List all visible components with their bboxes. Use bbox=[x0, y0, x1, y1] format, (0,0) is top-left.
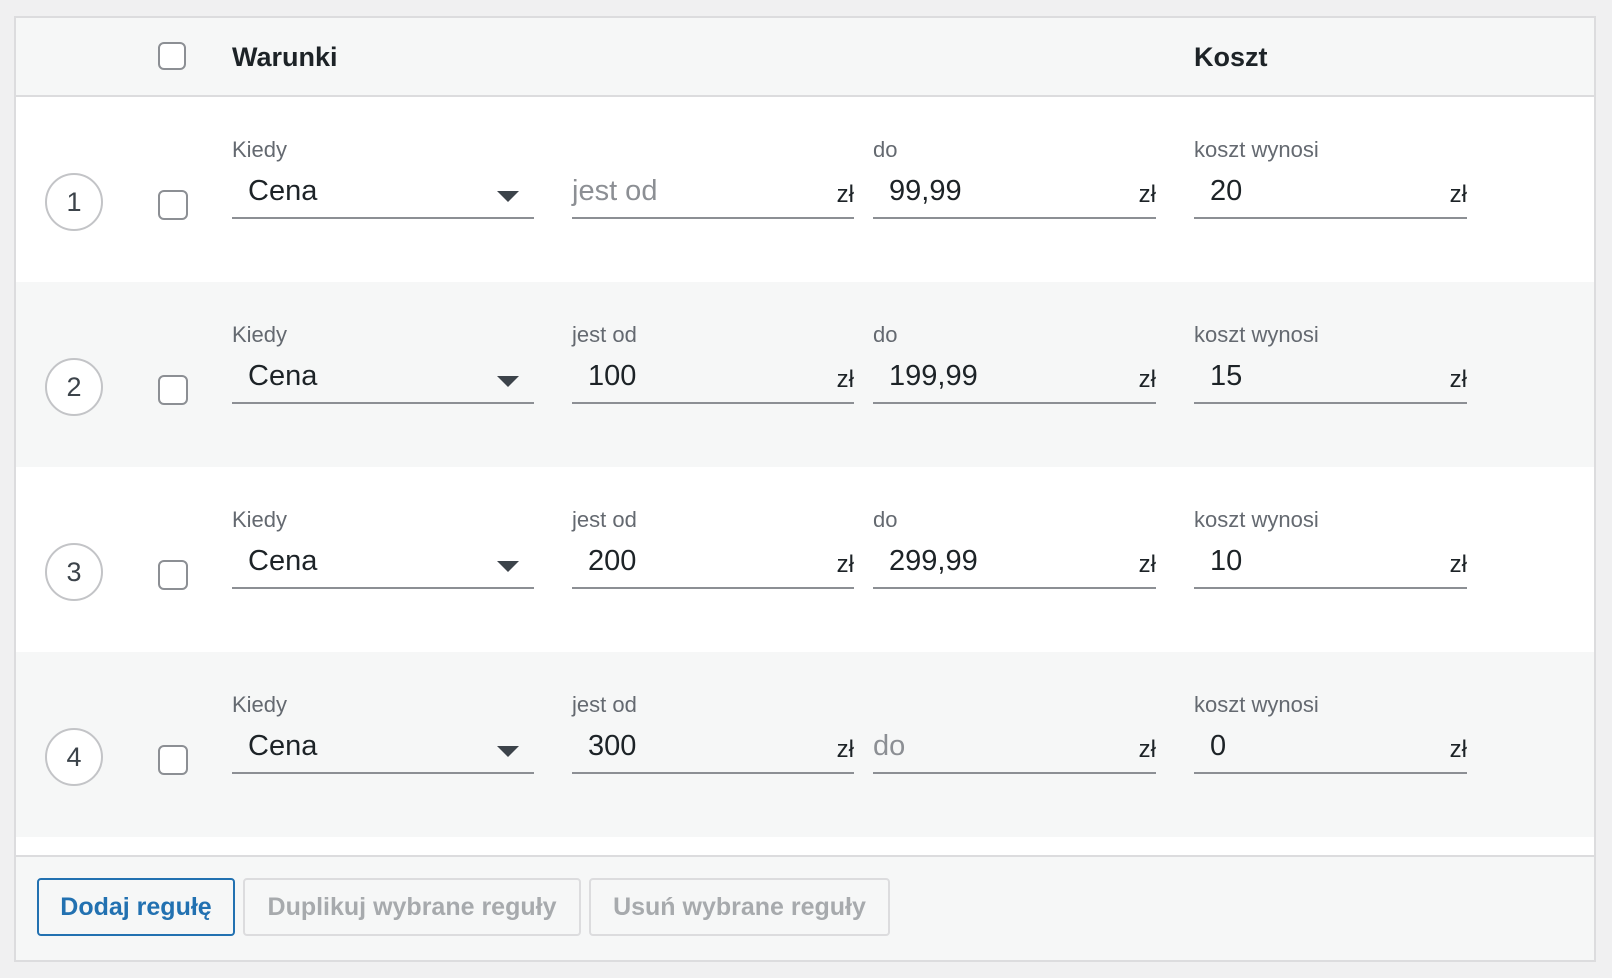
rule-checkbox[interactable] bbox=[158, 560, 188, 590]
rule-row: 4 Kiedy Cena jest od 300 zł do zł koszt … bbox=[16, 652, 1594, 837]
shipping-rules-table: Warunki Koszt 1 Kiedy Cena jest od zł do… bbox=[14, 16, 1596, 962]
cost-input[interactable]: 10 zł bbox=[1194, 539, 1467, 589]
conditions-column-header: Warunki bbox=[232, 42, 338, 72]
delete-selected-button[interactable]: Usuń wybrane reguły bbox=[589, 878, 890, 936]
rule-number: 2 bbox=[45, 358, 103, 416]
condition-label: Kiedy bbox=[232, 692, 288, 717]
currency-unit: zł bbox=[1449, 551, 1467, 578]
to-input[interactable]: do zł bbox=[873, 724, 1156, 774]
cost-input[interactable]: 15 zł bbox=[1194, 354, 1467, 404]
from-value: 200 bbox=[588, 545, 637, 577]
table-footer: Dodaj regułę Duplikuj wybrane reguły Usu… bbox=[16, 855, 1594, 960]
caret-down-icon bbox=[497, 746, 519, 757]
rule-checkbox[interactable] bbox=[158, 745, 188, 775]
rules-list: 1 Kiedy Cena jest od zł do 99,99 zł kosz… bbox=[16, 97, 1594, 837]
cost-label: koszt wynosi bbox=[1194, 507, 1319, 532]
currency-unit: zł bbox=[836, 181, 854, 208]
currency-unit: zł bbox=[1138, 366, 1156, 393]
from-label: jest od bbox=[572, 507, 637, 532]
currency-unit: zł bbox=[1138, 736, 1156, 763]
duplicate-selected-button[interactable]: Duplikuj wybrane reguły bbox=[243, 878, 581, 936]
currency-unit: zł bbox=[836, 736, 854, 763]
cost-label: koszt wynosi bbox=[1194, 137, 1319, 162]
condition-value: Cena bbox=[248, 545, 318, 577]
cost-input[interactable]: 20 zł bbox=[1194, 169, 1467, 219]
cost-value: 0 bbox=[1210, 730, 1227, 762]
condition-select[interactable]: Cena bbox=[232, 169, 534, 219]
rule-row: 3 Kiedy Cena jest od 200 zł do 299,99 zł… bbox=[16, 467, 1594, 652]
rule-row: 2 Kiedy Cena jest od 100 zł do 199,99 zł… bbox=[16, 282, 1594, 467]
to-input[interactable]: 99,99 zł bbox=[873, 169, 1156, 219]
to-value: 299,99 bbox=[889, 545, 978, 577]
cost-label: koszt wynosi bbox=[1194, 692, 1319, 717]
rule-row: 1 Kiedy Cena jest od zł do 99,99 zł kosz… bbox=[16, 97, 1594, 282]
add-rule-button[interactable]: Dodaj regułę bbox=[37, 878, 235, 936]
cost-column-header: Koszt bbox=[1194, 42, 1268, 72]
cost-value: 10 bbox=[1210, 545, 1243, 577]
currency-unit: zł bbox=[836, 366, 854, 393]
from-input[interactable]: 300 zł bbox=[572, 724, 854, 774]
condition-label: Kiedy bbox=[232, 322, 288, 347]
from-label: jest od bbox=[572, 322, 637, 347]
cost-value: 20 bbox=[1210, 175, 1243, 207]
select-all-checkbox[interactable] bbox=[158, 42, 186, 70]
condition-label: Kiedy bbox=[232, 137, 288, 162]
cost-input[interactable]: 0 zł bbox=[1194, 724, 1467, 774]
currency-unit: zł bbox=[1449, 366, 1467, 393]
caret-down-icon bbox=[497, 376, 519, 387]
from-value: 100 bbox=[588, 360, 637, 392]
condition-select[interactable]: Cena bbox=[232, 354, 534, 404]
to-placeholder: do bbox=[873, 730, 906, 762]
to-value: 199,99 bbox=[889, 360, 978, 392]
from-input[interactable]: 200 zł bbox=[572, 539, 854, 589]
from-input[interactable]: jest od zł bbox=[572, 169, 854, 219]
rule-number: 3 bbox=[45, 543, 103, 601]
condition-select[interactable]: Cena bbox=[232, 724, 534, 774]
from-value: 300 bbox=[588, 730, 637, 762]
condition-label: Kiedy bbox=[232, 507, 288, 532]
from-placeholder: jest od bbox=[572, 175, 658, 207]
to-input[interactable]: 199,99 zł bbox=[873, 354, 1156, 404]
to-label: do bbox=[873, 137, 898, 162]
to-value: 99,99 bbox=[889, 175, 962, 207]
to-label: do bbox=[873, 507, 898, 532]
condition-select[interactable]: Cena bbox=[232, 539, 534, 589]
table-header: Warunki Koszt bbox=[16, 18, 1594, 97]
cost-label: koszt wynosi bbox=[1194, 322, 1319, 347]
rule-number: 1 bbox=[45, 173, 103, 231]
currency-unit: zł bbox=[836, 551, 854, 578]
currency-unit: zł bbox=[1138, 551, 1156, 578]
to-label: do bbox=[873, 322, 898, 347]
from-label: jest od bbox=[572, 692, 637, 717]
rule-number: 4 bbox=[45, 728, 103, 786]
rule-checkbox[interactable] bbox=[158, 190, 188, 220]
cost-value: 15 bbox=[1210, 360, 1243, 392]
condition-value: Cena bbox=[248, 730, 318, 762]
currency-unit: zł bbox=[1449, 736, 1467, 763]
currency-unit: zł bbox=[1138, 181, 1156, 208]
condition-value: Cena bbox=[248, 360, 318, 392]
rule-checkbox[interactable] bbox=[158, 375, 188, 405]
caret-down-icon bbox=[497, 561, 519, 572]
currency-unit: zł bbox=[1449, 181, 1467, 208]
condition-value: Cena bbox=[248, 175, 318, 207]
to-input[interactable]: 299,99 zł bbox=[873, 539, 1156, 589]
from-input[interactable]: 100 zł bbox=[572, 354, 854, 404]
caret-down-icon bbox=[497, 191, 519, 202]
